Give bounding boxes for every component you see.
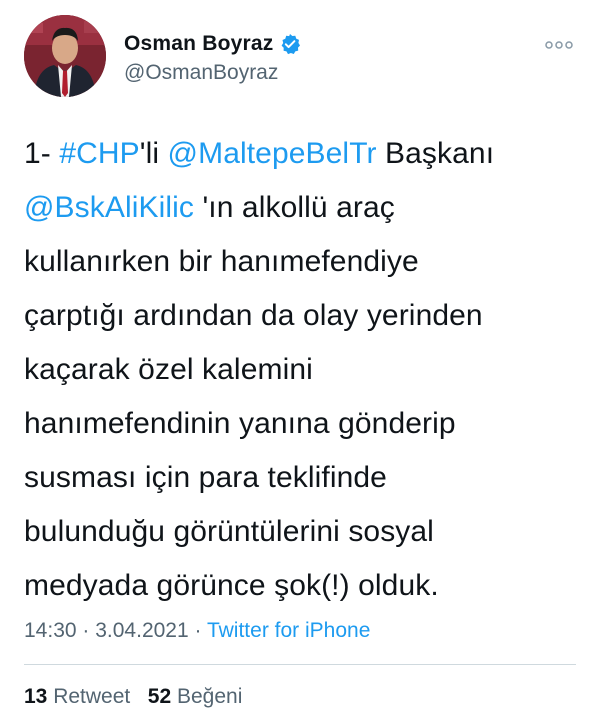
- tweet-meta: 14:30 · 3.04.2021 · Twitter for iPhone: [24, 619, 370, 643]
- tweet-header: Osman Boyraz @OsmanBoyraz: [24, 15, 576, 99]
- tweet-text-segment: Başkanı: [385, 137, 495, 170]
- tweet-text-segment: 'li: [139, 137, 168, 170]
- author-names: Osman Boyraz @OsmanBoyraz: [124, 31, 301, 85]
- meta-separator: ·: [188, 619, 207, 642]
- author-display-name[interactable]: Osman Boyraz: [124, 32, 273, 56]
- retweet-label: Retweet: [53, 685, 131, 708]
- mention-link[interactable]: @BskAliKilic: [24, 191, 194, 224]
- tweet-date[interactable]: 3.04.2021: [95, 619, 188, 642]
- tweet-stats: 13 Retweet 52 Beğeni: [24, 685, 242, 709]
- tweet-text-segment: 1-: [24, 137, 60, 170]
- tweet-text-segment: 'ın alkollü araç kullanırken bir hanımef…: [24, 191, 483, 602]
- tweet-source-link[interactable]: Twitter for iPhone: [207, 619, 370, 642]
- author-handle[interactable]: @OsmanBoyraz: [124, 61, 301, 85]
- display-name-row: Osman Boyraz: [124, 31, 301, 57]
- tweet-card: Osman Boyraz @OsmanBoyraz 1- #CHP'li @Ma…: [0, 0, 600, 726]
- divider: [24, 664, 576, 665]
- like-label: Beğeni: [176, 685, 243, 708]
- tweet-text: 1- #CHP'li @MaltepeBelTr Başkanı @BskAli…: [24, 127, 580, 613]
- retweet-count: 13: [24, 685, 48, 708]
- meta-separator: ·: [76, 619, 96, 642]
- verified-badge-icon: [279, 33, 301, 55]
- avatar-photo: [24, 15, 106, 97]
- like-count: 52: [147, 685, 172, 708]
- retweet-stat[interactable]: 13 Retweet: [24, 685, 130, 708]
- tweet-time[interactable]: 14:30: [24, 619, 77, 642]
- hashtag-link[interactable]: #CHP: [59, 137, 139, 170]
- mention-link[interactable]: @MaltepeBelTr: [168, 137, 377, 170]
- like-stat[interactable]: 52 Beğeni: [148, 685, 243, 708]
- avatar[interactable]: [24, 15, 106, 97]
- more-options-icon[interactable]: [544, 37, 574, 49]
